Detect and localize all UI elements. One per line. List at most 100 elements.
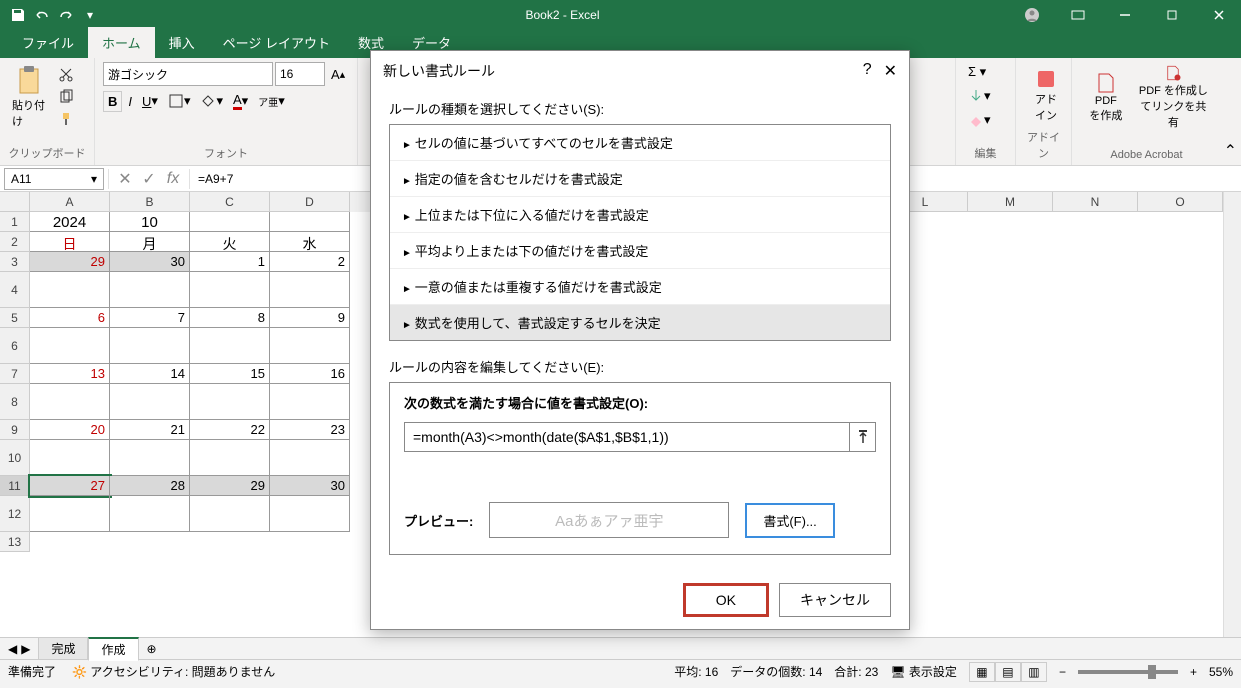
cell-a11[interactable]: 27 [30,476,110,496]
underline-button[interactable]: U ▾ [138,91,162,111]
cell-c12[interactable] [190,496,270,532]
col-header-m[interactable]: M [968,192,1053,212]
row-header-5[interactable]: 5 [0,308,30,328]
cell-a2[interactable]: 日 [30,232,110,252]
pdf-create-button[interactable]: PDF を作成 [1080,62,1132,132]
nav-next-icon[interactable]: ▶ [21,642,30,656]
col-header-o[interactable]: O [1138,192,1223,212]
autosum-button[interactable]: Σ ▾ [964,62,1007,82]
cell-d6[interactable] [270,328,350,364]
cell-d11[interactable]: 30 [270,476,350,496]
range-selector-button[interactable] [849,423,875,451]
row-header-6[interactable]: 6 [0,328,30,364]
nav-prev-icon[interactable]: ◀ [8,642,17,656]
cell-b8[interactable] [110,384,190,420]
pdf-share-button[interactable]: PDF を作成し てリンクを共有 [1134,62,1213,132]
cell-b1[interactable]: 10 [110,212,190,232]
row-header-7[interactable]: 7 [0,364,30,384]
addins-button[interactable]: アド イン [1024,62,1068,127]
row-header-9[interactable]: 9 [0,420,30,440]
view-normal-button[interactable]: ▦ [969,662,995,682]
view-page-break-button[interactable]: ▥ [1021,662,1047,682]
rule-item-3[interactable]: 平均より上または下の値だけを書式設定 [390,233,890,269]
cell-b11[interactable]: 28 [110,476,190,496]
row-header-3[interactable]: 3 [0,252,30,272]
increase-font-button[interactable]: A▴ [327,65,349,84]
rule-item-4[interactable]: 一意の値または重複する値だけを書式設定 [390,269,890,305]
cell-b5[interactable]: 7 [110,308,190,328]
format-button[interactable]: 書式(F)... [745,503,834,538]
col-header-a[interactable]: A [30,192,110,212]
rule-item-5[interactable]: 数式を使用して、書式設定するセルを決定 [390,305,890,340]
confirm-formula-button[interactable]: ✓ [139,169,159,189]
col-header-b[interactable]: B [110,192,190,212]
status-display-settings[interactable]: 🖥 表示設定 [890,663,957,680]
cell-a9[interactable]: 20 [30,420,110,440]
cell-a6[interactable] [30,328,110,364]
cell-a4[interactable] [30,272,110,308]
cell-b4[interactable] [110,272,190,308]
rule-item-1[interactable]: 指定の値を含むセルだけを書式設定 [390,161,890,197]
save-button[interactable] [8,5,28,25]
cell-d3[interactable]: 2 [270,252,350,272]
cell-b2[interactable]: 月 [110,232,190,252]
tab-home[interactable]: ホーム [88,27,155,58]
cell-d12[interactable] [270,496,350,532]
ok-button[interactable]: OK [683,583,769,617]
cell-a1[interactable]: 2024 [30,212,110,232]
cell-b12[interactable] [110,496,190,532]
cell-d1[interactable] [270,212,350,232]
insert-function-button[interactable]: fx [163,169,183,189]
font-name-input[interactable] [103,62,273,86]
phonetic-button[interactable]: ア亜▾ [254,91,289,111]
fill-button[interactable]: ▾ [964,86,1007,106]
view-page-layout-button[interactable]: ▤ [995,662,1021,682]
cell-d8[interactable] [270,384,350,420]
cell-c5[interactable]: 8 [190,308,270,328]
dialog-close-button[interactable]: ✕ [884,61,897,81]
user-account-button[interactable] [1017,0,1047,30]
italic-button[interactable]: I [124,92,136,111]
cell-d7[interactable]: 16 [270,364,350,384]
cell-b6[interactable] [110,328,190,364]
cell-d2[interactable]: 水 [270,232,350,252]
border-button[interactable]: ▾ [164,91,195,111]
undo-button[interactable] [32,5,52,25]
fill-color-button[interactable]: ▾ [196,91,227,111]
zoom-out-button[interactable]: − [1059,665,1066,679]
sheet-tab-done[interactable]: 完成 [38,637,88,660]
cell-a3[interactable]: 29 [30,252,110,272]
redo-button[interactable] [56,5,76,25]
format-painter-button[interactable] [54,109,78,129]
row-header-2[interactable]: 2 [0,232,30,252]
row-header-11[interactable]: 11 [0,476,30,496]
cell-c1[interactable] [190,212,270,232]
cell-d4[interactable] [270,272,350,308]
cut-button[interactable] [54,65,78,85]
cell-d10[interactable] [270,440,350,476]
cancel-button[interactable]: キャンセル [779,583,891,617]
vertical-scrollbar[interactable] [1223,192,1241,637]
cell-c10[interactable] [190,440,270,476]
cell-d9[interactable]: 23 [270,420,350,440]
copy-button[interactable] [54,87,78,107]
cell-a7[interactable]: 13 [30,364,110,384]
tab-file[interactable]: ファイル [8,27,88,58]
select-all-button[interactable] [0,192,30,212]
cell-c7[interactable]: 15 [190,364,270,384]
cell-c8[interactable] [190,384,270,420]
bold-button[interactable]: B [103,91,122,112]
name-box[interactable]: A11▾ [4,168,104,190]
cell-d5[interactable]: 9 [270,308,350,328]
cell-a5[interactable]: 6 [30,308,110,328]
row-header-8[interactable]: 8 [0,384,30,420]
cell-c11[interactable]: 29 [190,476,270,496]
col-header-n[interactable]: N [1053,192,1138,212]
cell-b9[interactable]: 21 [110,420,190,440]
qat-dropdown[interactable]: ▾ [80,5,100,25]
row-header-10[interactable]: 10 [0,440,30,476]
row-header-4[interactable]: 4 [0,272,30,308]
close-button[interactable] [1196,0,1241,30]
row-header-12[interactable]: 12 [0,496,30,532]
cancel-formula-button[interactable]: ✕ [115,169,135,189]
